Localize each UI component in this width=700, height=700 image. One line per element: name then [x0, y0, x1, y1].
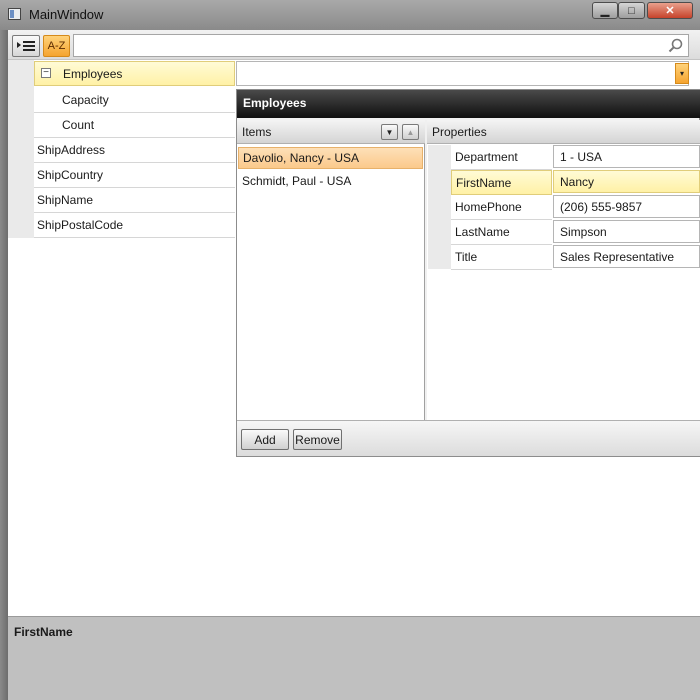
property-name: ShipCountry [37, 168, 104, 182]
window-title: MainWindow [29, 7, 104, 22]
move-down-button[interactable]: ▼ [381, 124, 398, 140]
add-button[interactable]: Add [241, 429, 289, 450]
minimize-button[interactable]: ▁ [592, 2, 618, 19]
employees-value-editor[interactable] [236, 61, 689, 86]
property-row-employees[interactable]: Employees [34, 61, 235, 86]
arrow-up-icon: ▲ [406, 127, 415, 137]
property-name-firstname[interactable]: FirstName [451, 170, 552, 195]
search-input[interactable] [76, 36, 665, 57]
window-frame-left [0, 30, 8, 700]
property-value-lastname[interactable]: Simpson [553, 220, 700, 243]
items-header-label: Items [242, 124, 272, 139]
property-value-homephone[interactable]: (206) 555-9857 [553, 195, 700, 218]
search-icon [668, 38, 683, 53]
properties-gutter [428, 145, 451, 269]
close-button[interactable]: ✕ [647, 2, 693, 19]
categorized-sort-button[interactable] [12, 35, 40, 57]
description-title: FirstName [14, 625, 73, 639]
property-name-title[interactable]: Title [451, 245, 552, 270]
property-value-firstname[interactable]: Nancy [553, 170, 700, 193]
employees-dropdown-button[interactable]: ▾ [675, 63, 689, 84]
property-row-count[interactable]: Count [34, 113, 235, 138]
property-name: Capacity [62, 93, 109, 107]
description-panel [8, 616, 700, 700]
alphabetical-sort-button[interactable]: A-Z [43, 35, 70, 57]
property-name: ShipAddress [37, 143, 106, 157]
property-name: Count [62, 118, 95, 132]
categorized-icon [17, 41, 35, 51]
property-row-capacity[interactable]: Capacity [34, 88, 235, 113]
arrow-down-icon: ▼ [385, 127, 394, 137]
property-name: Employees [63, 66, 123, 81]
property-name: ShipPostalCode [37, 218, 124, 232]
property-name: ShipName [37, 193, 94, 207]
property-row-shippostalcode[interactable]: ShipPostalCode [34, 213, 235, 238]
move-up-button[interactable]: ▲ [402, 124, 419, 140]
collapse-icon[interactable]: − [41, 68, 51, 78]
list-item[interactable]: Davolio, Nancy - USA [238, 147, 423, 169]
list-item[interactable]: Schmidt, Paul - USA [238, 170, 423, 192]
popup-title: Employees [237, 90, 700, 118]
maximize-icon: □ [628, 4, 635, 17]
chevron-down-icon: ▾ [679, 69, 684, 78]
maximize-button[interactable]: □ [618, 2, 645, 19]
property-row-shipcountry[interactable]: ShipCountry [34, 163, 235, 188]
property-row-shipaddress[interactable]: ShipAddress [34, 138, 235, 163]
property-value-title[interactable]: Sales Representative [553, 245, 700, 268]
remove-button[interactable]: Remove [293, 429, 342, 450]
close-icon: ✕ [665, 5, 675, 17]
list-item-label: Davolio, Nancy - USA [243, 151, 360, 165]
property-grid-gutter [8, 60, 34, 238]
search-box[interactable] [73, 34, 689, 57]
property-name-lastname[interactable]: LastName [451, 220, 552, 245]
property-name-department[interactable]: Department [451, 145, 552, 170]
property-value-department[interactable]: 1 - USA [553, 145, 700, 168]
minimize-icon: ▁ [600, 5, 610, 17]
properties-header-label: Properties [432, 124, 487, 139]
list-item-label: Schmidt, Paul - USA [242, 174, 352, 188]
property-row-shipname[interactable]: ShipName [34, 188, 235, 213]
property-name-homephone[interactable]: HomePhone [451, 195, 552, 220]
app-window-icon [8, 8, 21, 20]
properties-header: Properties [427, 120, 700, 144]
